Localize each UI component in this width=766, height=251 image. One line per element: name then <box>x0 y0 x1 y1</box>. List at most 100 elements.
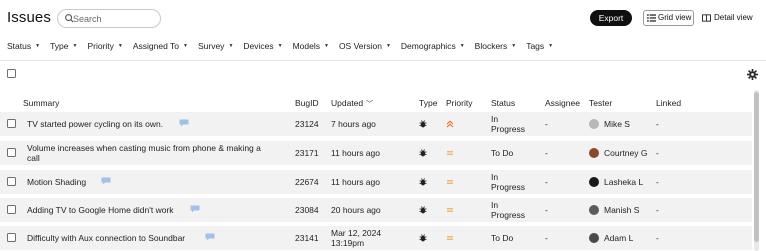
issue-summary[interactable]: Motion Shading <box>27 177 86 187</box>
column-header-tester[interactable]: Tester <box>589 98 612 108</box>
filter-label: Priority <box>87 41 114 51</box>
status-line-2: Progress <box>491 182 526 192</box>
caret-down-icon: ▼ <box>548 43 554 49</box>
column-header-type[interactable]: Type <box>419 98 437 108</box>
avatar <box>589 233 599 243</box>
filter-status[interactable]: Status ▼ <box>7 38 40 54</box>
column-header-linked[interactable]: Linked <box>656 98 681 108</box>
row-checkbox[interactable] <box>7 205 16 214</box>
assignee: - <box>545 119 548 129</box>
comment-icon[interactable] <box>101 177 111 185</box>
priority-medium-icon <box>447 180 453 184</box>
column-header-bug-id[interactable]: BugID <box>295 98 319 108</box>
caret-down-icon: ▼ <box>117 43 123 49</box>
comment-icon[interactable] <box>205 233 215 241</box>
filter-blockers[interactable]: Blockers ▼ <box>475 38 517 54</box>
caret-down-icon: ▼ <box>72 43 78 49</box>
scrollbar-thumb[interactable] <box>754 92 759 242</box>
issue-summary[interactable]: Difficulty with Aux connection to Soundb… <box>27 233 185 243</box>
table-row[interactable]: TV started power cycling on its own. 231… <box>0 112 752 136</box>
tester-name[interactable]: Lasheka L <box>604 177 643 187</box>
grid-view-button[interactable]: Grid view <box>643 10 694 26</box>
table-row[interactable]: Difficulty with Aux connection to Soundb… <box>0 226 752 250</box>
column-header-updated[interactable]: Updated ﹀ <box>331 98 373 109</box>
updated-line-2: 13:19pm <box>331 238 365 248</box>
updated-time: Mar 12, 2024 13:19pm <box>331 228 381 248</box>
vertical-scrollbar[interactable] <box>754 90 759 251</box>
updated-time: 20 hours ago <box>331 205 381 215</box>
row-checkbox[interactable] <box>7 148 16 157</box>
bug-id: 23084 <box>295 205 319 215</box>
gear-icon[interactable] <box>747 69 758 80</box>
row-checkbox[interactable] <box>7 233 16 242</box>
caret-down-icon: ▼ <box>35 43 41 49</box>
status-text: In Progress <box>491 172 525 192</box>
filter-demographics[interactable]: Demographics ▼ <box>401 38 465 54</box>
bug-id: 23171 <box>295 148 319 158</box>
column-header-priority[interactable]: Priority <box>446 98 472 108</box>
issue-summary[interactable]: Volume increases when casting music from… <box>27 143 261 163</box>
status-line-1: In <box>491 172 499 182</box>
bug-icon <box>419 149 427 157</box>
filter-survey[interactable]: Survey ▼ <box>198 38 233 54</box>
detail-view-label: Detail view <box>714 13 753 22</box>
bug-icon <box>419 234 427 242</box>
filter-tags[interactable]: Tags ▼ <box>526 38 553 54</box>
column-header-status[interactable]: Status <box>491 98 515 108</box>
grid-view-label: Grid view <box>658 13 692 22</box>
priority-medium-icon <box>447 236 453 240</box>
linked: - <box>656 119 659 129</box>
filter-models[interactable]: Models ▼ <box>293 38 329 54</box>
search-input[interactable]: Search <box>57 9 161 28</box>
bug-icon <box>419 120 427 128</box>
sort-chevron-down-icon: ﹀ <box>366 101 374 108</box>
column-header-assignee[interactable]: Assignee <box>545 98 580 108</box>
updated-label: Updated <box>331 98 364 108</box>
linked: - <box>656 233 659 243</box>
status-text: In Progress <box>491 114 525 134</box>
tester-name[interactable]: Courtney G <box>604 148 647 158</box>
tester-name[interactable]: Manish S <box>604 205 639 215</box>
updated-time: 11 hours ago <box>331 148 380 158</box>
export-button[interactable]: Export <box>590 10 632 26</box>
comment-icon[interactable] <box>179 119 189 127</box>
issue-summary[interactable]: TV started power cycling on its own. <box>27 119 163 129</box>
select-all-checkbox[interactable] <box>7 69 16 78</box>
tester-name[interactable]: Mike S <box>604 119 630 129</box>
detail-view-button[interactable]: Detail view <box>701 10 761 26</box>
avatar <box>589 205 599 215</box>
comment-icon[interactable] <box>190 205 200 213</box>
filter-label: Status <box>7 41 32 51</box>
filter-label: Tags <box>526 41 545 51</box>
linked: - <box>656 205 659 215</box>
table-row[interactable]: Volume increases when casting music from… <box>0 141 752 165</box>
assignee: - <box>545 177 548 187</box>
assignee: - <box>545 148 548 158</box>
linked: - <box>656 177 659 187</box>
caret-down-icon: ▼ <box>183 43 188 49</box>
filter-assigned-to[interactable]: Assigned To ▼ <box>133 38 188 54</box>
filter-label: Type <box>50 41 69 51</box>
page-title: Issues <box>7 9 51 26</box>
bug-id: 23124 <box>295 119 319 129</box>
tester-name[interactable]: Adam L <box>604 233 633 243</box>
filter-label: Devices <box>243 41 274 51</box>
table-row[interactable]: Motion Shading 22674 11 hours ago In Prog… <box>0 170 752 194</box>
filter-type[interactable]: Type ▼ <box>50 38 77 54</box>
bug-id: 22674 <box>295 177 319 187</box>
filter-priority[interactable]: Priority ▼ <box>87 38 122 54</box>
caret-down-icon: ▼ <box>459 43 465 49</box>
priority-medium-icon <box>447 151 453 155</box>
divider <box>0 60 766 61</box>
table-row[interactable]: Adding TV to Google Home didn't work 230… <box>0 198 752 222</box>
filter-os-version[interactable]: OS Version ▼ <box>339 38 391 54</box>
bug-id: 23141 <box>295 233 319 243</box>
priority-high-icon <box>446 120 454 128</box>
issue-summary[interactable]: Adding TV to Google Home didn't work <box>27 205 174 215</box>
caret-down-icon: ▼ <box>323 43 329 49</box>
row-checkbox[interactable] <box>7 177 16 186</box>
filter-devices[interactable]: Devices ▼ <box>243 38 282 54</box>
status-text: In Progress <box>491 200 525 220</box>
column-header-summary[interactable]: Summary <box>23 98 59 108</box>
row-checkbox[interactable] <box>7 119 16 128</box>
